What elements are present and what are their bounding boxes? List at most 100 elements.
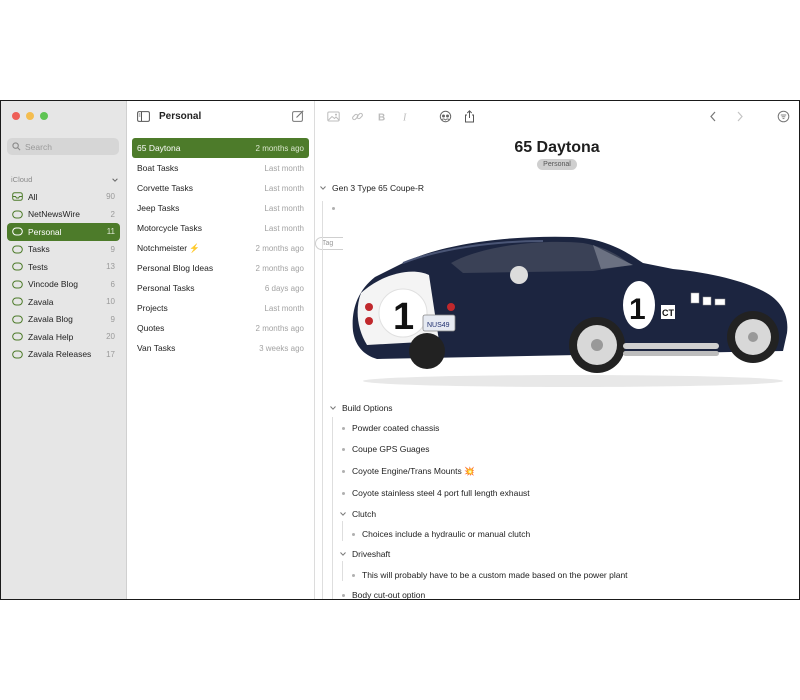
document-date: Last month xyxy=(264,183,304,193)
list-item[interactable]: Boat Tasks Last month xyxy=(132,158,309,178)
tag-personal[interactable]: Personal xyxy=(537,159,577,170)
document-title: Van Tasks xyxy=(137,343,176,353)
outline-row[interactable]: Clutch xyxy=(339,507,376,521)
search-placeholder: Search xyxy=(25,141,52,152)
italic-icon[interactable]: I xyxy=(399,110,412,124)
outline-row[interactable]: This will probably have to be a custom m… xyxy=(350,568,628,582)
document-title: Projects xyxy=(137,303,168,313)
list-item[interactable]: Corvette Tasks Last month xyxy=(132,178,309,198)
outline-row-empty[interactable] xyxy=(330,201,342,215)
sidebar-item-zavala-help[interactable]: Zavala Help 20 xyxy=(7,328,120,346)
minimize-window-button[interactable] xyxy=(26,112,34,120)
document-date: 6 days ago xyxy=(264,283,304,293)
search-field[interactable]: Search xyxy=(7,138,119,155)
bold-icon[interactable]: B xyxy=(375,110,388,124)
document-title: 65 Daytona xyxy=(137,143,181,153)
sidebar-item-all[interactable]: All 90 xyxy=(7,188,120,206)
document-date: 2 months ago xyxy=(255,243,304,253)
list-item[interactable]: Quotes 2 months ago xyxy=(132,318,309,338)
list-item[interactable]: Personal Blog Ideas 2 months ago xyxy=(132,258,309,278)
icloud-section-header[interactable]: iCloud xyxy=(11,175,119,184)
zoom-window-button[interactable] xyxy=(40,112,48,120)
svg-text:B: B xyxy=(378,113,385,124)
bullet-dot xyxy=(342,426,345,430)
forward-arrow-icon[interactable] xyxy=(733,110,746,123)
editor-pane: B I 65 Daytona Personal Tag Gen 3 Type 6… xyxy=(315,101,799,599)
sidebar-item-vincode-blog[interactable]: Vincode Blog 6 xyxy=(7,276,120,294)
sidebar-item-label: NetNewsWire xyxy=(28,209,80,220)
outline-row[interactable]: Coupe GPS Guages xyxy=(340,442,430,456)
outline-guide-line xyxy=(342,561,343,581)
sidebar-item-label: Zavala Blog xyxy=(28,314,73,325)
outline-row[interactable]: Gen 3 Type 65 Coupe-R xyxy=(319,181,424,195)
share-icon[interactable] xyxy=(463,110,476,123)
outline-row[interactable]: Coyote stainless steel 4 port full lengt… xyxy=(340,486,530,500)
outline-row[interactable]: Choices include a hydraulic or manual cl… xyxy=(350,527,530,541)
list-item[interactable]: Van Tasks 3 weeks ago xyxy=(132,338,309,358)
link-icon[interactable] xyxy=(351,110,364,123)
document-date: Last month xyxy=(264,223,304,233)
image-icon[interactable] xyxy=(327,110,340,123)
sidebar-item-label: Zavala xyxy=(28,296,54,307)
chevron-down-icon[interactable] xyxy=(329,404,337,412)
list-item[interactable]: Notchmeister ⚡️ 2 months ago xyxy=(132,238,309,258)
outline-row[interactable]: Coyote Engine/Trans Mounts 💥 xyxy=(340,464,475,478)
outline-row[interactable]: Body cut-out option xyxy=(340,588,425,599)
tray-icon xyxy=(12,192,23,202)
capsule-icon xyxy=(12,262,23,271)
outline-row-text: Gen 3 Type 65 Coupe-R xyxy=(332,183,424,193)
sidebar-toggle-icon[interactable] xyxy=(137,110,150,122)
sidebar-item-zavala-blog[interactable]: Zavala Blog 9 xyxy=(7,311,120,329)
bullet-dot xyxy=(352,573,355,577)
outline-guide-line xyxy=(332,417,333,599)
outline-row[interactable]: Build Options xyxy=(329,401,393,415)
capsule-icon xyxy=(12,315,23,324)
outline-row[interactable]: Powder coated chassis xyxy=(340,421,439,435)
close-window-button[interactable] xyxy=(12,112,20,120)
document-title: Motorcycle Tasks xyxy=(137,223,203,233)
sidebar-item-count: 20 xyxy=(106,332,115,342)
bullet-dot xyxy=(332,206,335,210)
tag-bar: Personal Tag xyxy=(315,159,799,250)
outline-row-text: Coyote stainless steel 4 port full lengt… xyxy=(352,488,530,498)
document-list-pane: Personal 65 Daytona 2 months ago Boat Ta… xyxy=(127,101,315,599)
sidebar-item-netnewswire[interactable]: NetNewsWire 2 xyxy=(7,206,120,224)
chevron-down-icon[interactable] xyxy=(339,550,347,558)
list-item[interactable]: 65 Daytona 2 months ago xyxy=(132,138,309,158)
sidebar-item-count: 17 xyxy=(106,349,115,359)
sidebar-item-personal[interactable]: Personal 11 xyxy=(7,223,120,241)
document-date: 2 months ago xyxy=(255,143,304,153)
list-item[interactable]: Personal Tasks 6 days ago xyxy=(132,278,309,298)
document-title: Notchmeister ⚡️ xyxy=(137,242,201,253)
filter-icon[interactable] xyxy=(777,110,790,123)
list-item[interactable]: Motorcycle Tasks Last month xyxy=(132,218,309,238)
chevron-down-icon[interactable] xyxy=(339,510,347,518)
back-arrow-icon[interactable] xyxy=(707,110,720,123)
document-rows: 65 Daytona 2 months ago Boat Tasks Last … xyxy=(132,138,309,358)
outline-row-text: Build Options xyxy=(342,403,393,413)
document-date: 2 months ago xyxy=(255,323,304,333)
svg-text:1: 1 xyxy=(393,296,414,338)
sidebar-item-zavala-releases[interactable]: Zavala Releases 17 xyxy=(7,346,120,364)
bullet-dot xyxy=(342,447,345,451)
list-title: Personal xyxy=(159,110,202,122)
capsule-icon xyxy=(12,210,23,219)
sidebar-item-count: 9 xyxy=(110,244,115,254)
list-item[interactable]: Jeep Tasks Last month xyxy=(132,198,309,218)
sidebar-item-count: 2 xyxy=(110,209,115,219)
sidebar-item-tests[interactable]: Tests 13 xyxy=(7,258,120,276)
list-item[interactable]: Projects Last month xyxy=(132,298,309,318)
collaborate-icon[interactable] xyxy=(439,110,452,123)
compose-icon[interactable] xyxy=(292,110,304,122)
sidebar-item-label: Zavala Releases xyxy=(28,349,92,360)
document-title-heading[interactable]: 65 Daytona xyxy=(315,139,799,157)
chevron-down-icon xyxy=(112,177,118,182)
sidebar-item-zavala[interactable]: Zavala 10 xyxy=(7,293,120,311)
sidebar-item-label: Tasks xyxy=(28,244,50,255)
capsule-icon xyxy=(12,227,23,236)
chevron-down-icon[interactable] xyxy=(319,184,327,192)
list-header: Personal xyxy=(127,101,314,131)
sidebar-item-tasks[interactable]: Tasks 9 xyxy=(7,241,120,259)
sidebar-item-count: 13 xyxy=(106,262,115,272)
outline-row[interactable]: Driveshaft xyxy=(339,547,390,561)
